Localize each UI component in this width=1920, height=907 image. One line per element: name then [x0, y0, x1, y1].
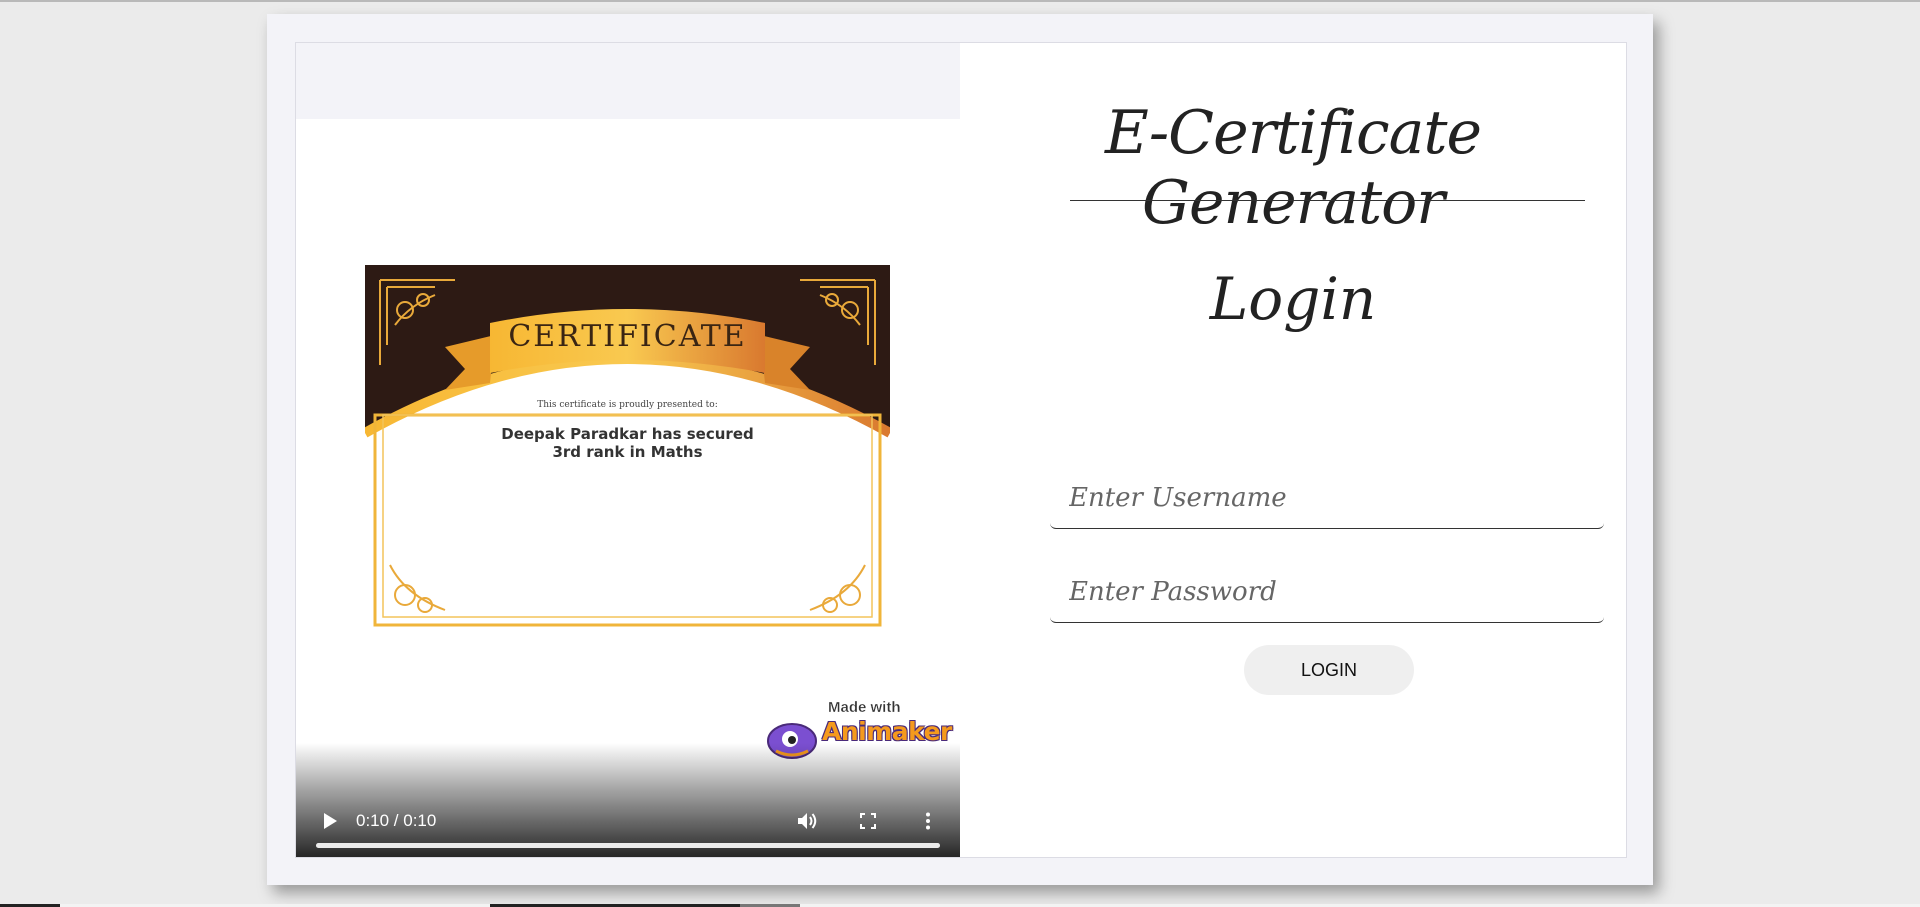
login-heading: Login [1209, 265, 1377, 333]
certificate-body: Deepak Paradkar has secured 3rd rank in … [501, 425, 754, 461]
video-letterbox [296, 43, 960, 119]
certificate-subtitle: This certificate is proudly presented to… [537, 400, 718, 410]
volume-icon [798, 813, 817, 829]
play-icon [324, 813, 337, 829]
watermark-made-with: Made with [828, 699, 901, 716]
content-panel: CERTIFICATE This certificate is proudly … [295, 42, 1627, 858]
password-field[interactable] [1050, 561, 1604, 623]
login-pane: E-Certificate Generator Login LOGIN [960, 43, 1626, 857]
title-divider [1070, 200, 1585, 201]
video-player[interactable]: CERTIFICATE This certificate is proudly … [296, 43, 960, 857]
username-field[interactable] [1050, 467, 1604, 529]
volume-button[interactable] [792, 805, 824, 837]
more-vert-icon [926, 812, 930, 830]
app-title: E-Certificate Generator [1105, 98, 1482, 238]
certificate-heading: CERTIFICATE [508, 319, 747, 354]
fullscreen-button[interactable] [852, 805, 884, 837]
login-button[interactable]: LOGIN [1244, 645, 1414, 695]
watermark-brand: Animaker [822, 717, 952, 746]
play-button[interactable] [314, 805, 346, 837]
browser-top-edge [0, 0, 1920, 2]
fullscreen-icon [860, 813, 876, 829]
video-progress-fill [316, 843, 940, 848]
main-card: CERTIFICATE This certificate is proudly … [267, 14, 1653, 885]
more-options-button[interactable] [912, 805, 944, 837]
video-time: 0:10 / 0:10 [356, 811, 437, 830]
video-controls: 0:10 / 0:10 [296, 743, 960, 857]
certificate-preview: CERTIFICATE This certificate is proudly … [365, 265, 890, 633]
video-progress-bar[interactable] [316, 843, 940, 848]
